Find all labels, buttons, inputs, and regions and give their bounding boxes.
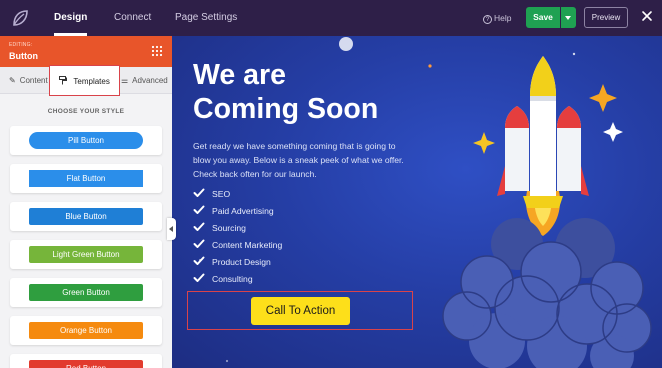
tab-templates[interactable]: Templates bbox=[49, 65, 120, 96]
choose-style-label: CHOOSE YOUR STYLE bbox=[47, 108, 125, 115]
pill-button-preview: Pill Button bbox=[29, 132, 143, 149]
tab-templates-label: Templates bbox=[73, 77, 110, 86]
list-item[interactable]: Paid Advertising bbox=[193, 204, 274, 218]
list-item[interactable]: Sourcing bbox=[193, 221, 246, 235]
page-headline[interactable]: We are Coming Soon bbox=[193, 58, 433, 126]
call-to-action-button[interactable]: Call To Action bbox=[251, 297, 350, 325]
close-icon[interactable] bbox=[640, 9, 654, 23]
red-button-preview: Red Button bbox=[29, 360, 143, 368]
list-item-label: Product Design bbox=[212, 257, 271, 267]
collapse-panel-handle[interactable] bbox=[167, 218, 176, 240]
list-item-label: Content Marketing bbox=[212, 240, 283, 250]
list-item[interactable]: Product Design bbox=[193, 255, 271, 269]
help-link[interactable]: ? Help bbox=[483, 0, 511, 36]
template-card-flat[interactable]: Flat Button bbox=[10, 164, 162, 193]
list-item[interactable]: SEO bbox=[193, 187, 230, 201]
green-button-preview: Green Button bbox=[29, 284, 143, 301]
check-icon bbox=[193, 256, 205, 265]
editing-title: Button bbox=[9, 51, 38, 61]
pencil-icon: ✎ bbox=[9, 76, 16, 85]
save-button[interactable]: Save bbox=[526, 7, 560, 28]
tab-advanced-label: Advanced bbox=[132, 76, 168, 85]
light-green-button-preview: Light Green Button bbox=[29, 246, 143, 263]
list-item-label: Sourcing bbox=[212, 223, 246, 233]
tab-connect[interactable]: Connect bbox=[114, 0, 151, 36]
tab-design[interactable]: Design bbox=[54, 0, 88, 36]
page-subtext[interactable]: Get ready we have something coming that … bbox=[193, 139, 415, 181]
template-card-light-green[interactable]: Light Green Button bbox=[10, 240, 162, 269]
editing-label: EDITING: bbox=[9, 42, 33, 48]
sliders-icon: ⚌ bbox=[121, 76, 129, 85]
tab-page-settings[interactable]: Page Settings bbox=[175, 0, 237, 36]
list-item[interactable]: Content Marketing bbox=[193, 238, 282, 252]
template-card-pill[interactable]: Pill Button bbox=[10, 126, 162, 155]
editing-header: EDITING: Button bbox=[0, 36, 172, 67]
check-icon bbox=[193, 205, 205, 214]
help-label: Help bbox=[494, 13, 512, 23]
check-icon bbox=[193, 239, 205, 248]
tab-advanced[interactable]: ⚌ Advanced bbox=[121, 67, 168, 94]
top-bar: Design Connect Page Settings ? Help Save … bbox=[0, 0, 662, 36]
check-icon bbox=[193, 188, 205, 197]
template-card-blue[interactable]: Blue Button bbox=[10, 202, 162, 231]
template-card-orange[interactable]: Orange Button bbox=[10, 316, 162, 345]
template-card-green[interactable]: Green Button bbox=[10, 278, 162, 307]
paint-roller-icon bbox=[59, 76, 69, 86]
left-panel: EDITING: Button ✎ Content Templates ⚌ Adva… bbox=[0, 36, 172, 368]
rocket-illustration bbox=[442, 56, 652, 368]
headline-line-1: We are bbox=[193, 59, 286, 91]
save-options-dropdown[interactable] bbox=[561, 7, 576, 28]
headline-line-2: Coming Soon bbox=[193, 93, 379, 125]
question-circle-icon: ? bbox=[483, 15, 492, 24]
list-item-label: Paid Advertising bbox=[212, 206, 274, 216]
list-item-label: Consulting bbox=[212, 274, 253, 284]
check-icon bbox=[193, 273, 205, 282]
preview-button[interactable]: Preview bbox=[584, 7, 628, 28]
flat-button-preview: Flat Button bbox=[29, 170, 143, 187]
grid-dots-icon[interactable] bbox=[151, 45, 163, 57]
tab-content[interactable]: ✎ Content bbox=[9, 67, 48, 94]
list-item-label: SEO bbox=[212, 189, 231, 199]
blue-button-preview: Blue Button bbox=[29, 208, 143, 225]
seedprod-leaf-icon[interactable] bbox=[8, 6, 32, 30]
check-icon bbox=[193, 222, 205, 231]
page-canvas[interactable]: We are Coming Soon Get ready we have som… bbox=[172, 36, 662, 368]
panel-tabs: ✎ Content Templates ⚌ Advanced bbox=[0, 65, 172, 96]
orange-button-preview: Orange Button bbox=[29, 322, 143, 339]
list-item[interactable]: Consulting bbox=[193, 272, 253, 286]
template-card-red[interactable]: Red Button bbox=[10, 354, 162, 368]
tab-content-label: Content bbox=[19, 76, 48, 85]
